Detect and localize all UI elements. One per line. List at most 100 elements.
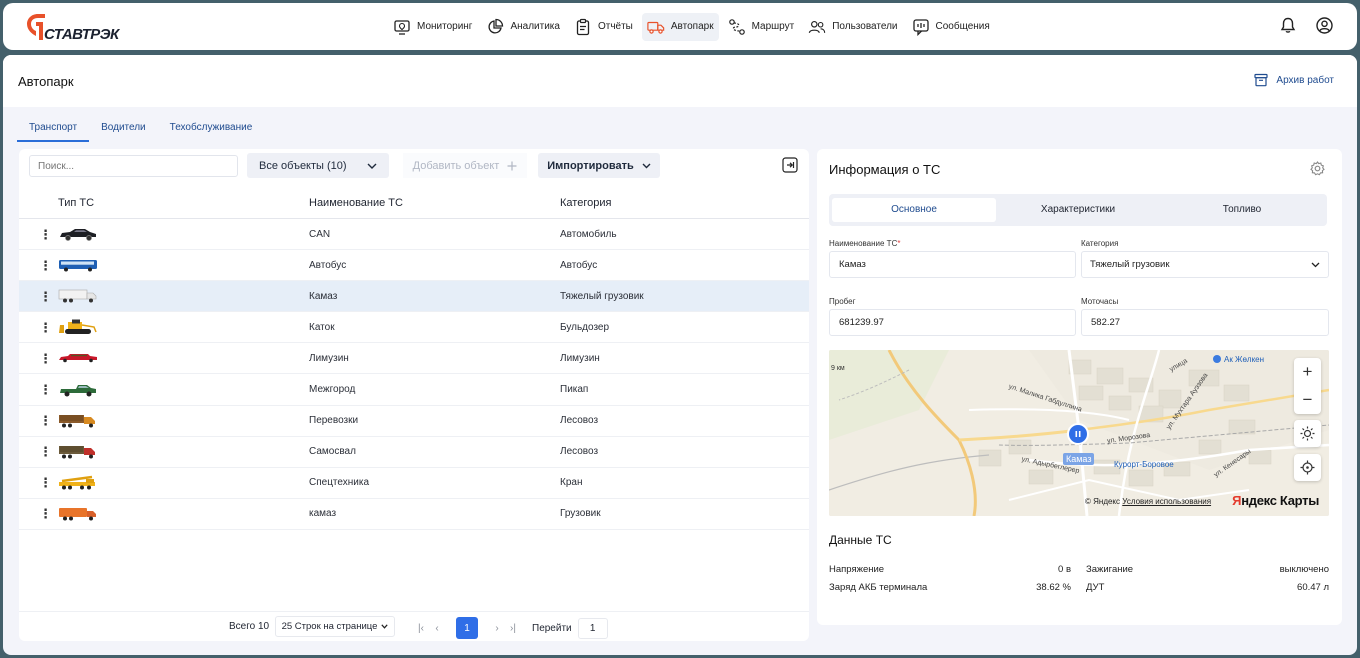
vehicle-name-cell: камаз (309, 508, 337, 520)
nav-item-message[interactable]: Сообщения (907, 13, 995, 41)
table-row[interactable]: ⋮ Камаз Тяжелый грузовик (19, 281, 809, 313)
goto-page-input[interactable] (577, 617, 608, 639)
category-select[interactable]: Тяжелый грузовик (1081, 251, 1329, 278)
objects-filter-dropdown[interactable]: Все объекты (10) (247, 153, 389, 178)
bell-icon[interactable] (1280, 17, 1296, 37)
row-menu-icon[interactable]: ⋮ (39, 445, 52, 458)
zoom-out-icon[interactable]: − (1294, 386, 1321, 414)
tab-maintenance[interactable]: Техобслуживание (158, 117, 265, 142)
import-label: Импортировать (547, 159, 634, 172)
row-menu-icon[interactable]: ⋮ (39, 414, 52, 427)
table-row[interactable]: ⋮ камаз Грузовик (19, 499, 809, 530)
vehicle-name-cell: Самосвал (309, 446, 356, 458)
fuel-sensor-label: ДУТ (1086, 582, 1105, 593)
row-menu-icon[interactable]: ⋮ (39, 383, 52, 396)
rows-per-page-select[interactable]: 25 Строк на странице (275, 616, 395, 637)
vehicle-map[interactable]: 9 км Ак Жөлкен ул. Малика Габдуллина ул.… (829, 350, 1329, 516)
mileage-label: Пробег (829, 297, 856, 306)
vehicle-category-cell: Кран (560, 477, 583, 489)
zoom-in-icon[interactable]: + (1294, 358, 1321, 386)
nav-item-label: Маршрут (751, 21, 795, 32)
archive-button[interactable]: Архив работ (1254, 73, 1334, 87)
ignition-value: выключено (1279, 564, 1329, 575)
vehicle-pickup-icon (58, 382, 98, 398)
tab-drivers[interactable]: Водители (89, 117, 158, 142)
map-copyright: © Яндекс Условия использования (1085, 497, 1211, 506)
locate-icon[interactable] (1294, 454, 1321, 481)
vehicle-marker[interactable] (1067, 423, 1089, 445)
table-row[interactable]: ⋮ Спецтехника Кран (19, 468, 809, 499)
content-panel: Автопарк Архив работ Транспорт Водители … (3, 55, 1357, 655)
vehicles-table-card: Все объекты (10) Добавить объект Импорти… (19, 149, 809, 641)
header-category[interactable]: Категория (560, 197, 611, 209)
profile-icon[interactable] (1316, 17, 1333, 37)
vehicle-data-title: Данные ТС (829, 533, 892, 547)
import-button[interactable]: Импортировать (538, 153, 660, 178)
nav-item-monitor[interactable]: Мониторинг (388, 13, 477, 41)
fuel-sensor-value: 60.47 л (1297, 582, 1329, 593)
stavtrek-logo[interactable]: СТАВТРЭК (25, 12, 130, 43)
vehicle-name-cell: Межгород (309, 384, 356, 396)
yandex-maps-logo[interactable]: Яндекс Карты (1232, 493, 1319, 508)
nav-item-label: Аналитика (510, 21, 560, 32)
mileage-field[interactable] (829, 309, 1076, 336)
chevron-down-icon (642, 163, 651, 168)
prev-page-icon[interactable]: ‹ (432, 623, 442, 634)
row-menu-icon[interactable]: ⋮ (39, 259, 52, 272)
voltage-value: 0 в (1058, 564, 1071, 575)
add-object-button[interactable]: Добавить объект (403, 153, 527, 178)
traffic-icon[interactable] (1294, 420, 1321, 447)
vehicle-timber-truck-red-icon (58, 444, 98, 460)
row-menu-icon[interactable]: ⋮ (39, 321, 52, 334)
vehicle-category-cell: Тяжелый грузовик (560, 290, 644, 302)
goto-label: Перейти (532, 622, 572, 634)
row-menu-icon[interactable]: ⋮ (39, 476, 52, 489)
copyright-text: © Яндекс (1085, 497, 1121, 506)
nav-item-users[interactable]: Пользователи (803, 13, 902, 41)
tab-main[interactable]: Основное (832, 198, 996, 222)
gear-icon[interactable] (1310, 161, 1325, 176)
vehicle-timber-truck-icon (58, 413, 98, 429)
row-menu-icon[interactable]: ⋮ (39, 507, 52, 520)
archive-icon (1254, 73, 1269, 87)
table-row[interactable]: ⋮ Самосвал Лесовоз (19, 437, 809, 468)
top-navbar: СТАВТРЭК Мониторинг Аналитика Отчёты Автопа… (3, 3, 1357, 50)
collapse-panel-icon[interactable] (782, 157, 798, 173)
header-vehicle-name[interactable]: Наименование ТС (309, 197, 403, 209)
nav-item-route[interactable]: Маршрут (723, 13, 800, 41)
page-header: Автопарк Архив работ (3, 55, 1357, 107)
pie-chart-icon (486, 18, 504, 36)
row-menu-icon[interactable]: ⋮ (39, 228, 52, 241)
required-mark: * (897, 239, 901, 248)
first-page-icon[interactable]: |‹ (416, 623, 426, 634)
header-vehicle-type[interactable]: Тип ТС (58, 197, 94, 209)
row-menu-icon[interactable]: ⋮ (39, 290, 52, 303)
tab-transport[interactable]: Транспорт (17, 117, 90, 142)
logo-text: СТАВТРЭК (44, 26, 119, 43)
table-row[interactable]: ⋮ Автобус Автобус (19, 250, 809, 282)
table-row[interactable]: ⋮ Каток Бульдозер (19, 312, 809, 344)
map-label-km: 9 км (831, 365, 845, 372)
row-menu-icon[interactable]: ⋮ (39, 352, 52, 365)
last-page-icon[interactable]: ›| (508, 623, 518, 634)
table-row[interactable]: ⋮ CAN Автомобиль (19, 219, 809, 251)
search-input[interactable] (29, 155, 238, 177)
terms-link[interactable]: Условия использования (1122, 497, 1211, 506)
chevron-down-icon (367, 163, 377, 169)
vehicle-name-cell: Лимузин (309, 352, 349, 364)
nav-item-clipboard[interactable]: Отчёты (569, 13, 638, 41)
page-current[interactable]: 1 (456, 617, 478, 639)
table-row[interactable]: ⋮ Лимузин Лимузин (19, 343, 809, 375)
nav-item-pie-chart[interactable]: Аналитика (481, 13, 565, 41)
nav-item-truck[interactable]: Автопарк (641, 12, 719, 41)
engine-hours-field[interactable] (1081, 309, 1329, 336)
next-page-icon[interactable]: › (492, 623, 502, 634)
tab-characteristics[interactable]: Характеристики (996, 198, 1160, 222)
truck-icon (647, 18, 665, 36)
table-row[interactable]: ⋮ Межгород Пикап (19, 374, 809, 406)
nav-item-label: Отчёты (597, 21, 633, 32)
vehicle-name-cell: CAN (309, 228, 331, 240)
table-row[interactable]: ⋮ Перевозки Лесовоз (19, 406, 809, 437)
vehicle-name-field[interactable] (829, 251, 1076, 278)
tab-fuel[interactable]: Топливо (1160, 198, 1324, 222)
